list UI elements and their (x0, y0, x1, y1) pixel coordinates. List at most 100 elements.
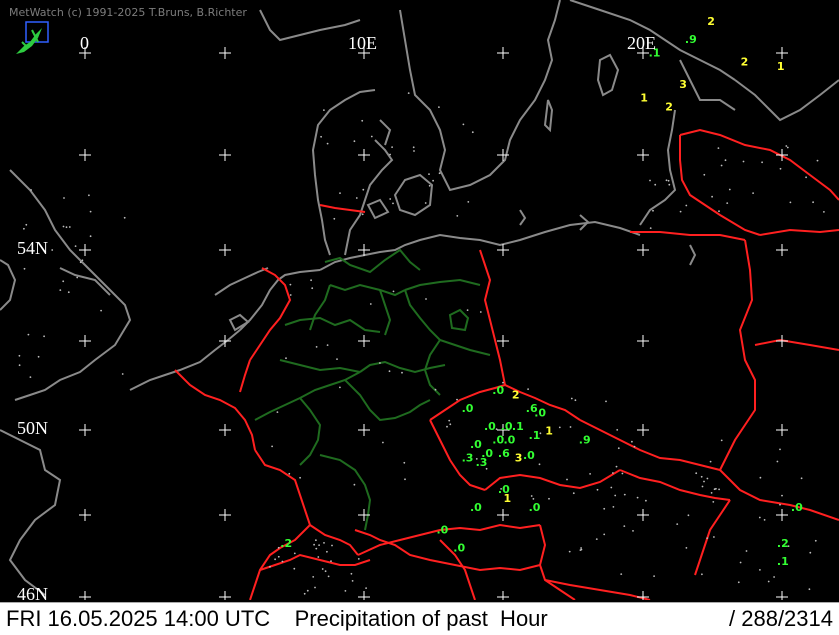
station-dot (649, 227, 652, 230)
station-dot (737, 581, 740, 584)
station-dot (25, 223, 28, 226)
station-dot (456, 398, 458, 401)
station-dot (276, 411, 279, 413)
lon-label-20e: 20E (627, 33, 656, 53)
station-dot (448, 419, 451, 422)
station-dot (616, 429, 619, 431)
station-dot (323, 542, 325, 544)
station-dot (623, 493, 626, 496)
weather-map: .9.12 13122.0 2.6.0.0.0.0.1 1.1.0.0.9.0.0.6… (0, 0, 839, 600)
station-dot (710, 492, 713, 494)
station-dot (333, 217, 336, 220)
station-dot (23, 267, 26, 270)
station-dot (742, 160, 745, 163)
station-dot (355, 197, 358, 199)
station-dot (306, 589, 309, 592)
station-dot (759, 476, 762, 479)
station-dot (649, 179, 651, 182)
station-dot (121, 373, 124, 375)
station-dot (350, 572, 353, 575)
station-dot (289, 294, 292, 296)
station-dot (68, 226, 71, 228)
station-dot (654, 183, 657, 186)
station-dot (79, 261, 82, 264)
station-dot (100, 309, 102, 312)
station-dot (412, 146, 415, 149)
station-dot (538, 463, 541, 466)
station-dot (432, 179, 434, 182)
station-dot (331, 544, 333, 547)
precip-value: .0 (504, 434, 516, 447)
station-dot (428, 173, 430, 176)
station-dot (786, 146, 789, 149)
station-dot (761, 161, 763, 164)
station-dot (703, 480, 705, 483)
station-dot (62, 280, 65, 283)
station-dot (313, 543, 315, 546)
station-dot (446, 425, 448, 428)
station-dot (310, 279, 312, 282)
precip-value: 1 (504, 492, 512, 505)
precip-value: .2 (777, 537, 789, 550)
precip-value: .1 (777, 555, 789, 568)
station-dot (767, 580, 770, 583)
station-dot (353, 140, 356, 143)
station-dot (633, 445, 636, 448)
station-dot (776, 460, 779, 463)
station-dot (623, 525, 626, 527)
status-footer: FRI 16.05.2025 14:00 UTC Precipitation o… (0, 602, 839, 635)
station-dot (779, 503, 781, 506)
station-dot (89, 235, 92, 238)
station-dot (449, 423, 452, 426)
station-dot (314, 586, 316, 589)
station-dot (612, 506, 615, 508)
station-dot (76, 276, 79, 279)
station-dot (379, 362, 381, 364)
station-dot (532, 498, 535, 500)
station-dot (326, 550, 328, 553)
station-dot (315, 539, 317, 542)
station-dot (89, 210, 92, 213)
station-dot (324, 570, 327, 573)
station-dot (808, 588, 811, 591)
station-dot (718, 210, 720, 213)
precip-value: 1 (777, 60, 785, 73)
station-dot (317, 556, 320, 558)
station-dot (568, 550, 571, 553)
lat-label-50n: 50N (17, 418, 48, 438)
station-dot (299, 476, 301, 479)
station-dot (566, 478, 568, 481)
station-dot (603, 507, 606, 510)
station-dot (438, 106, 440, 108)
station-dot (665, 179, 668, 182)
footer-caption: FRI 16.05.2025 14:00 UTC Precipitation o… (6, 606, 548, 632)
station-dot (27, 333, 30, 336)
station-dot (389, 153, 391, 156)
station-dot (62, 225, 65, 228)
station-dot (569, 426, 572, 428)
station-dot (18, 354, 21, 357)
precip-value: .0 (484, 420, 496, 433)
station-dot (685, 547, 688, 549)
station-dot (30, 189, 32, 191)
station-dot (81, 259, 84, 262)
precip-value: .0 (529, 501, 541, 514)
station-dot (720, 439, 723, 442)
precip-value: 2 (512, 389, 520, 402)
station-dot (357, 558, 360, 560)
station-dot (632, 530, 634, 532)
precip-value: .1 (529, 429, 541, 442)
station-dot (339, 386, 341, 389)
precip-value: .3 (476, 456, 488, 469)
station-dot (320, 135, 322, 138)
station-dot (685, 204, 688, 207)
station-dot (413, 150, 415, 152)
station-dot (65, 226, 68, 229)
precip-value: .6 (498, 447, 510, 460)
station-dot (652, 209, 654, 212)
station-dot (558, 426, 561, 429)
station-dot (709, 460, 712, 463)
station-dot (595, 538, 598, 540)
footer-count: / 288/2314 (729, 606, 833, 631)
station-dot (596, 488, 599, 491)
